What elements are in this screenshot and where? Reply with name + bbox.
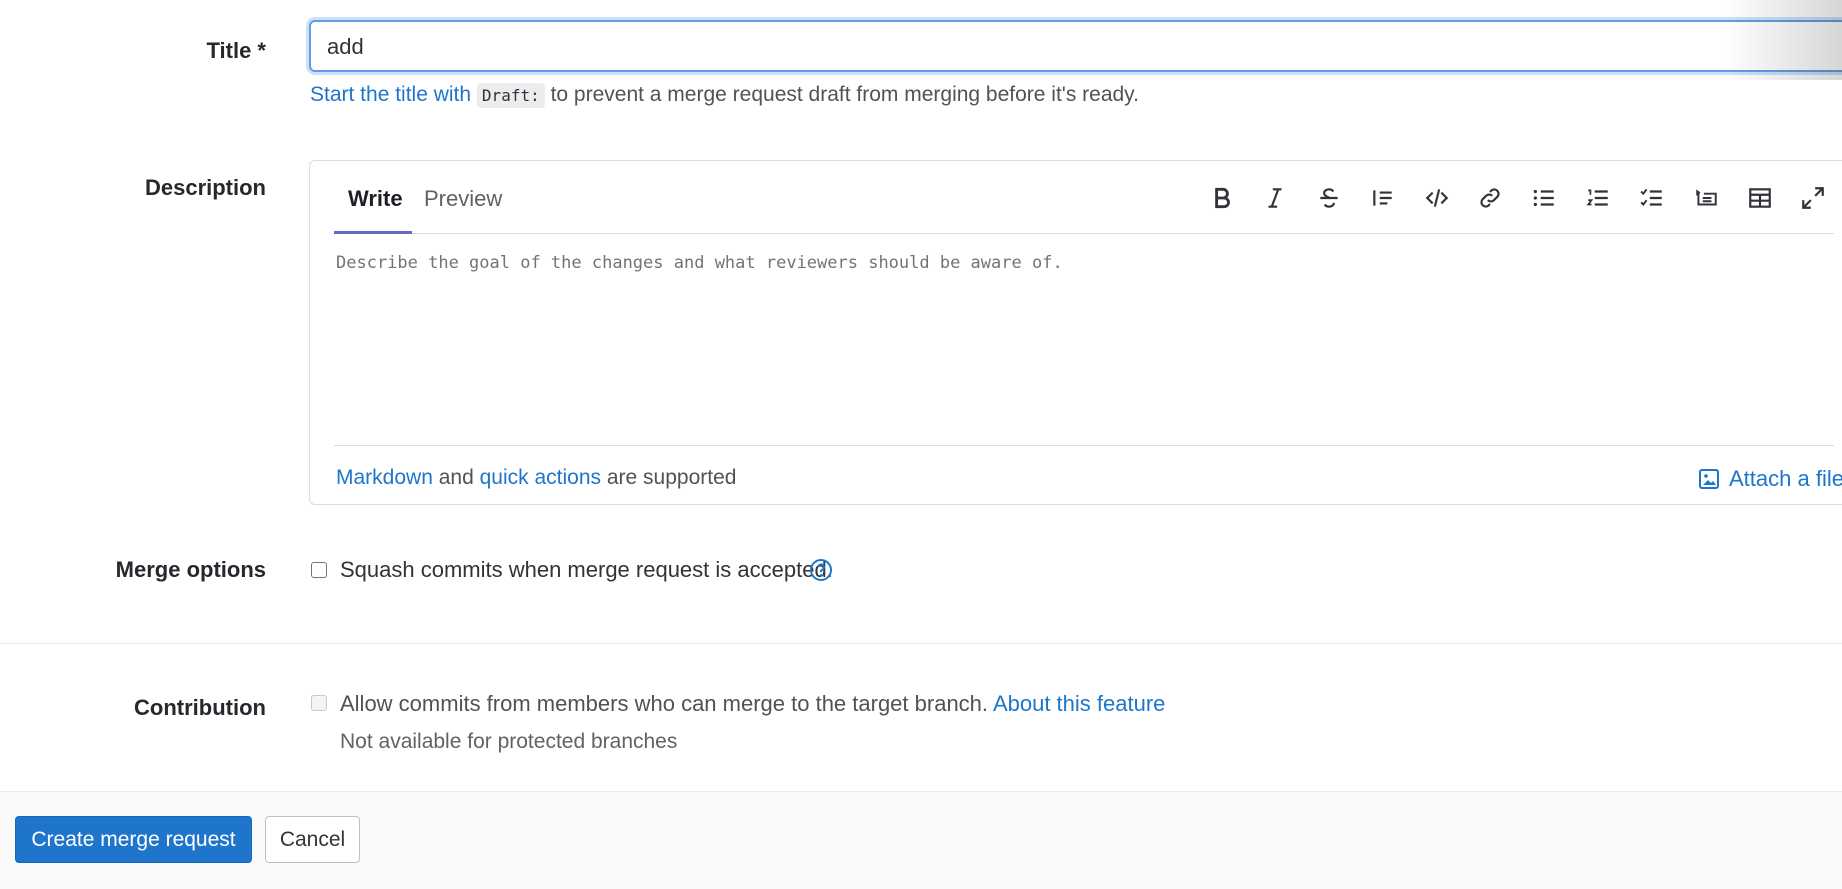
title-input[interactable] xyxy=(325,30,1829,64)
title-label: Title * xyxy=(206,38,266,63)
collapsible-section-icon[interactable] xyxy=(1691,183,1721,213)
section-divider xyxy=(0,643,1842,644)
task-list-icon[interactable] xyxy=(1637,183,1667,213)
link-icon[interactable] xyxy=(1475,183,1505,213)
tab-write[interactable]: Write xyxy=(348,186,403,212)
editor-footer-divider xyxy=(334,445,1834,446)
draft-hint-text: to prevent a merge request draft from me… xyxy=(550,83,1139,106)
draft-hint-link[interactable]: Start the title with xyxy=(310,83,471,106)
code-icon[interactable] xyxy=(1422,183,1452,213)
protected-branch-note: Not available for protected branches xyxy=(340,730,678,753)
allow-commits-text: Allow commits from members who can merge… xyxy=(340,691,1165,717)
draft-hint: Start the title with Draft: to prevent a… xyxy=(310,83,1139,108)
attach-file-button[interactable]: Attach a file xyxy=(1697,466,1842,492)
description-label: Description xyxy=(144,175,266,200)
bulleted-list-icon[interactable] xyxy=(1529,183,1559,213)
markdown-link[interactable]: Markdown xyxy=(336,466,433,489)
contribution-label: Contribution xyxy=(134,695,266,720)
squash-label: Squash commits when merge request is acc… xyxy=(340,557,833,582)
description-textarea[interactable]: Describe the goal of the changes and wha… xyxy=(336,253,1063,273)
bold-icon[interactable] xyxy=(1207,183,1237,213)
table-icon[interactable] xyxy=(1745,183,1775,213)
tab-preview[interactable]: Preview xyxy=(424,186,502,212)
title-field[interactable] xyxy=(309,20,1842,72)
markdown-help: Markdown and quick actions are supported xyxy=(336,466,736,490)
strikethrough-icon[interactable] xyxy=(1314,183,1344,213)
about-feature-link[interactable]: About this feature xyxy=(993,691,1165,716)
italic-icon[interactable] xyxy=(1260,183,1290,213)
tab-divider xyxy=(334,233,1834,234)
merge-options-label: Merge options xyxy=(115,557,266,582)
fullscreen-icon[interactable] xyxy=(1798,183,1828,213)
help-icon[interactable] xyxy=(809,558,833,582)
quote-icon[interactable] xyxy=(1368,183,1398,213)
allow-commits-checkbox xyxy=(311,695,327,711)
active-tab-indicator xyxy=(334,231,412,234)
image-icon xyxy=(1699,469,1719,489)
draft-code: Draft: xyxy=(476,83,545,108)
and-text: and xyxy=(438,466,474,489)
quick-actions-link[interactable]: quick actions xyxy=(480,466,601,489)
cancel-button[interactable]: Cancel xyxy=(265,816,360,863)
supported-text: are supported xyxy=(606,466,737,489)
edge-shadow xyxy=(1722,0,1842,80)
squash-checkbox[interactable] xyxy=(311,562,327,578)
numbered-list-icon[interactable] xyxy=(1583,183,1613,213)
allow-commits-label: Allow commits from members who can merge… xyxy=(340,691,989,716)
create-merge-request-button[interactable]: Create merge request xyxy=(15,816,252,863)
attach-file-label: Attach a file xyxy=(1729,466,1842,491)
